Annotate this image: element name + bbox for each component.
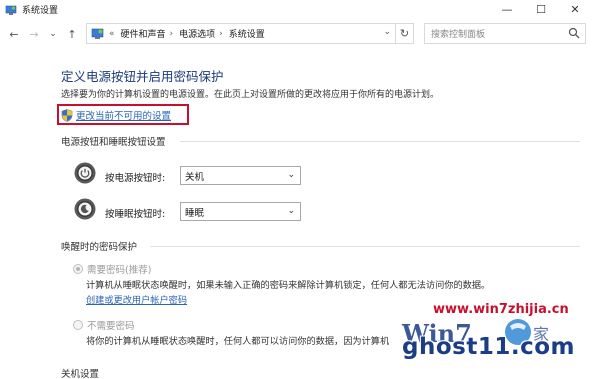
- breadcrumb-separator[interactable]: ›: [170, 29, 174, 39]
- breadcrumb-hardware-sound[interactable]: 硬件和声音: [121, 27, 166, 40]
- control-panel-icon: [5, 5, 17, 15]
- watermark-ghost-text: ghost11.com: [402, 334, 575, 360]
- power-button-icon: [74, 162, 96, 184]
- section-divider: [150, 246, 580, 247]
- window-controls: — ☐ ✕: [490, 0, 592, 19]
- search-icon[interactable]: [568, 27, 580, 39]
- require-password-description: 计算机从睡眠状态唤醒时，如果未输入正确的密码来解除计算机锁定，任何人都无法访问你…: [86, 280, 491, 291]
- refresh-button[interactable]: ↻: [396, 23, 414, 44]
- maximize-button[interactable]: ☐: [524, 0, 558, 19]
- back-button[interactable]: ←: [6, 24, 22, 44]
- no-password-radio[interactable]: [73, 320, 83, 330]
- wake-password-section-title: 唤醒时的密码保护: [61, 242, 138, 253]
- no-password-description: 将你的计算机从睡眠状态唤醒时，任何人都可以访问你的数据，因为计算机: [86, 336, 390, 347]
- search-placeholder: 搜索控制面板: [431, 30, 486, 40]
- section-divider: [180, 141, 580, 142]
- breadcrumb-overflow[interactable]: «: [109, 29, 115, 39]
- no-password-option[interactable]: 不需要密码: [73, 318, 135, 332]
- control-panel-icon: [91, 28, 104, 39]
- sleep-button-action-select[interactable]: 睡眠 ⌄: [180, 202, 301, 221]
- require-password-label: 需要密码(推荐): [87, 265, 152, 276]
- sleep-button-action-value: 睡眠: [185, 207, 205, 219]
- power-button-action-select[interactable]: 关机 ⌄: [180, 166, 301, 185]
- address-bar[interactable]: « 硬件和声音 › 电源选项 › 系统设置 ⌄: [86, 23, 396, 44]
- page-description: 选择要为你的计算机设置的电源设置。在此页上对设置所做的更改将应用于你所有的电源计…: [61, 90, 440, 100]
- breadcrumb-power-options[interactable]: 电源选项: [179, 27, 215, 40]
- search-box[interactable]: 搜索控制面板: [424, 23, 586, 44]
- breadcrumb-system-settings[interactable]: 系统设置: [229, 27, 265, 40]
- navigation-bar: ← → ⌄ ↑ « 硬件和声音 › 电源选项 › 系统设置 ⌄ ↻ 搜索控制面板: [0, 21, 592, 47]
- address-dropdown-icon[interactable]: ⌄: [383, 27, 391, 37]
- chevron-down-icon: ⌄: [287, 206, 295, 216]
- require-password-option[interactable]: 需要密码(推荐): [73, 262, 151, 276]
- breadcrumb-separator[interactable]: ›: [219, 29, 223, 39]
- sleep-button-label: 按睡眠按钮时:: [105, 209, 166, 220]
- close-button[interactable]: ✕: [558, 0, 592, 19]
- uac-shield-icon: [61, 108, 73, 122]
- window-title: 系统设置: [22, 6, 59, 16]
- change-settings-link[interactable]: 更改当前不可用的设置: [61, 108, 171, 122]
- power-button-action-value: 关机: [185, 171, 205, 183]
- power-button-label: 按电源按钮时:: [105, 173, 166, 184]
- watermark-site-text: www.win7zhijia.cn: [433, 302, 569, 317]
- require-password-radio[interactable]: [73, 264, 83, 274]
- chevron-down-icon: ⌄: [287, 170, 295, 180]
- minimize-button[interactable]: —: [490, 0, 524, 19]
- up-button[interactable]: ↑: [64, 24, 80, 44]
- power-buttons-section-title: 电源按钮和睡眠按钮设置: [61, 137, 166, 148]
- no-password-label: 不需要密码: [87, 321, 135, 332]
- change-settings-label[interactable]: 更改当前不可用的设置: [76, 108, 171, 122]
- shutdown-section-title: 关机设置: [61, 369, 100, 379]
- create-password-link[interactable]: 创建或更改用户帐户密码: [86, 292, 187, 306]
- page-title: 定义电源按钮并启用密码保护: [61, 69, 224, 84]
- forward-button[interactable]: →: [26, 24, 42, 44]
- recent-locations-dropdown[interactable]: ⌄: [45, 24, 61, 44]
- title-bar: 系统设置 — ☐ ✕: [0, 0, 592, 19]
- sleep-button-icon: [74, 198, 96, 220]
